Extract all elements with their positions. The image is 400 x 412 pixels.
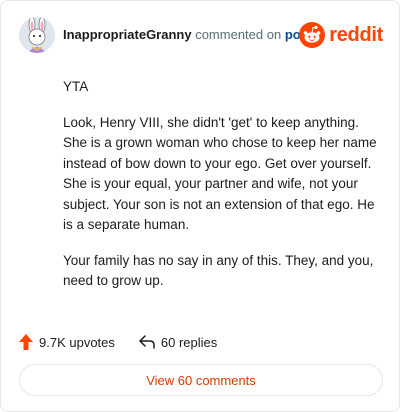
view-comments-label: View 60 comments [146,372,256,388]
reddit-wordmark: reddit [329,23,383,46]
upvote-count: 9.7K upvotes [39,334,115,350]
upvote-button[interactable]: 9.7K upvotes [19,334,115,350]
replies-button[interactable]: 60 replies [139,335,217,350]
comment-body: YTA Look, Henry VIII, she didn't 'get' t… [63,77,383,307]
avatar-rabbit-icon [19,17,55,53]
avatar[interactable] [19,17,55,53]
reply-count: 60 replies [160,334,218,350]
comment-paragraph: YTA [63,79,89,94]
view-comments-button[interactable]: View 60 comments [19,364,383,396]
comment-header: InappropriateGranny commented on post re… [19,15,385,55]
author-name[interactable]: InappropriateGranny [63,27,192,42]
reddit-logo: reddit [299,21,383,49]
commented-on-text: commented on [195,27,282,42]
comment-footer: 9.7K upvotes 60 replies [19,332,241,352]
upvote-arrow-icon [19,334,33,350]
comment-byline: InappropriateGranny commented on post [63,27,312,42]
reddit-snoo-icon [299,22,326,48]
comment-paragraph: Look, Henry VIII, she didn't 'get' to ke… [63,114,377,233]
comment-paragraph: Your family has no say in any of this. T… [63,252,374,289]
comment-card: InappropriateGranny commented on post re… [0,0,400,412]
reply-arrow-icon [139,335,155,349]
